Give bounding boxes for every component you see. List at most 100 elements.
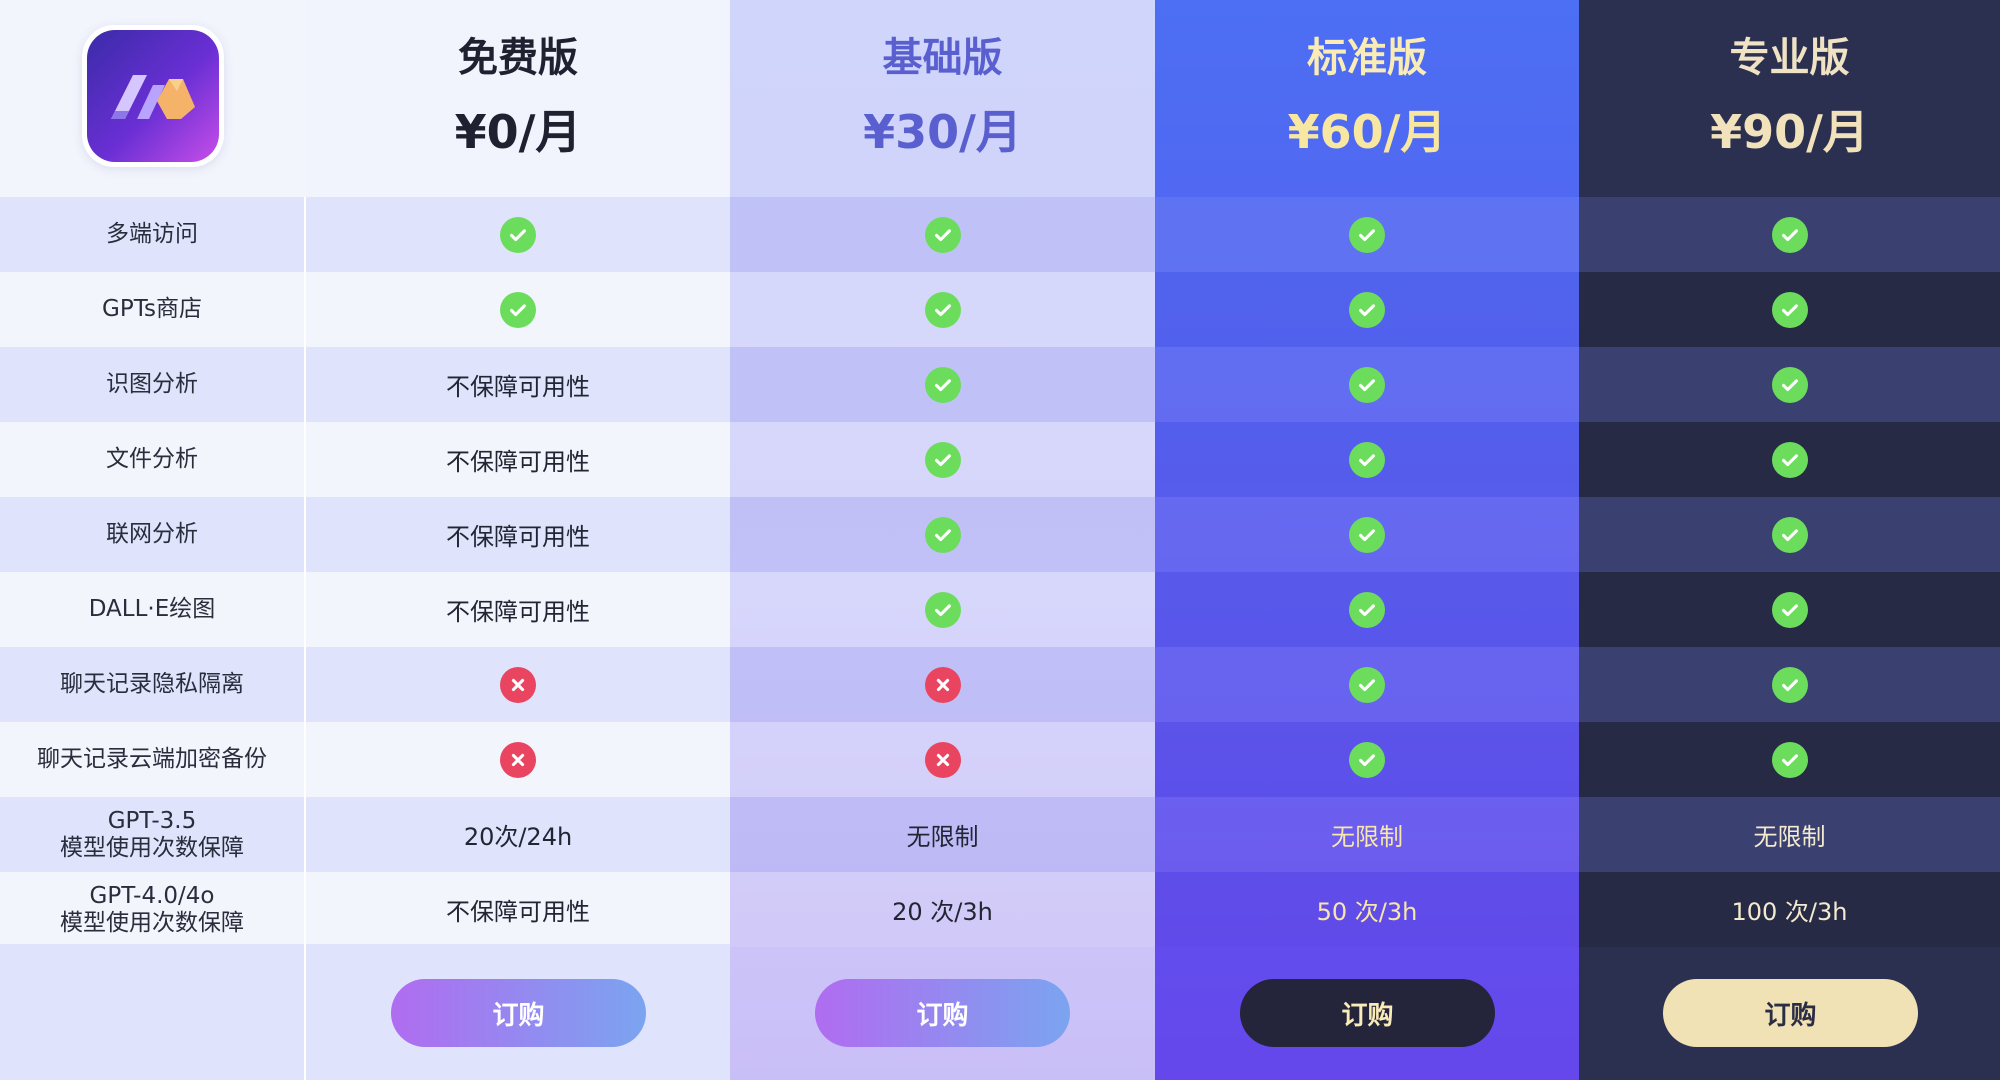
feature-value: 无限制 bbox=[1331, 823, 1403, 851]
feature-label-cell: 文件分析 bbox=[0, 422, 306, 497]
app-logo bbox=[82, 25, 224, 167]
check-icon bbox=[1771, 366, 1808, 403]
check-icon bbox=[924, 516, 961, 553]
plan-header-free: 免费版 ¥0/月 bbox=[306, 28, 730, 172]
feature-cell-standard bbox=[1155, 272, 1579, 347]
feature-cell-standard bbox=[1155, 722, 1579, 797]
feature-cell-standard bbox=[1155, 647, 1579, 722]
check-icon bbox=[1771, 741, 1808, 778]
feature-value: 不保障可用性 bbox=[446, 898, 590, 926]
feature-cell-free: 不保障可用性 bbox=[306, 497, 730, 572]
plan-price: ¥0/月 bbox=[454, 105, 582, 159]
check-icon bbox=[924, 216, 961, 253]
feature-label-line: 模型使用次数保障 bbox=[60, 909, 244, 936]
feature-label: 多端访问 bbox=[106, 221, 198, 247]
check-icon bbox=[1771, 666, 1808, 703]
feature-cell-basic: 20 次/3h bbox=[730, 872, 1155, 947]
check-icon bbox=[1349, 216, 1385, 253]
check-icon bbox=[1349, 591, 1385, 628]
plan-price: ¥60/月 bbox=[1287, 105, 1447, 159]
plan-name: 标准版 bbox=[1307, 35, 1427, 81]
cross-icon bbox=[500, 666, 536, 703]
app-logo-icon bbox=[87, 30, 219, 162]
check-icon bbox=[924, 591, 961, 628]
feature-cell-standard: 50 次/3h bbox=[1155, 872, 1579, 947]
feature-label-cell: 联网分析 bbox=[0, 497, 306, 572]
feature-cell-free: 不保障可用性 bbox=[306, 572, 730, 647]
check-icon bbox=[1349, 741, 1385, 778]
feature-label-cell: GPTs商店 bbox=[0, 272, 306, 347]
feature-cell-pro bbox=[1579, 347, 2000, 422]
check-icon bbox=[924, 441, 961, 478]
feature-label-cell: GPT-3.5 模型使用次数保障 bbox=[0, 797, 306, 872]
feature-label-line: GPT-3.5 bbox=[107, 807, 197, 834]
feature-cell-standard bbox=[1155, 422, 1579, 497]
feature-value: 无限制 bbox=[1753, 823, 1826, 851]
check-icon bbox=[1771, 516, 1808, 553]
feature-cell-pro bbox=[1579, 647, 2000, 722]
check-icon bbox=[1771, 441, 1808, 478]
feature-label-cell: DALL·E绘图 bbox=[0, 572, 306, 647]
check-icon bbox=[1349, 441, 1385, 478]
feature-cell-standard bbox=[1155, 497, 1579, 572]
check-icon bbox=[500, 216, 536, 253]
subscribe-pro-button[interactable]: 订购 bbox=[1663, 979, 1918, 1047]
feature-row: 聊天记录云端加密备份 bbox=[0, 722, 2000, 797]
feature-cell-free: 不保障可用性 bbox=[306, 347, 730, 422]
feature-label: 文件分析 bbox=[106, 446, 198, 472]
cross-icon bbox=[924, 741, 961, 778]
feature-row: 多端访问 bbox=[0, 197, 2000, 272]
check-icon bbox=[1771, 591, 1808, 628]
plan-name: 基础版 bbox=[882, 35, 1003, 81]
feature-cell-basic bbox=[730, 197, 1155, 272]
feature-label: DALL·E绘图 bbox=[88, 596, 216, 622]
feature-row: GPT-4.0/4o 模型使用次数保障 不保障可用性 20 次/3h 50 次/3h 10… bbox=[0, 872, 2000, 947]
feature-row: 文件分析 不保障可用性 bbox=[0, 422, 2000, 497]
feature-label: 聊天记录隐私隔离 bbox=[60, 671, 244, 697]
subscribe-free-button[interactable]: 订购 bbox=[391, 979, 646, 1047]
feature-cell-pro bbox=[1579, 197, 2000, 272]
feature-cell-free bbox=[306, 197, 730, 272]
subscribe-standard-button[interactable]: 订购 bbox=[1240, 979, 1495, 1047]
feature-cell-basic bbox=[730, 422, 1155, 497]
plan-header-standard: 标准版 ¥60/月 bbox=[1155, 28, 1579, 172]
subscribe-basic-button[interactable]: 订购 bbox=[815, 979, 1070, 1047]
check-icon bbox=[500, 291, 536, 328]
plan-header-pro: 专业版 ¥90/月 bbox=[1579, 28, 2000, 172]
feature-label: GPT-4.0/4o 模型使用次数保障 bbox=[60, 883, 244, 937]
plan-price: ¥90/月 bbox=[1710, 105, 1869, 159]
plan-header-basic: 基础版 ¥30/月 bbox=[730, 28, 1155, 172]
feature-label-cell: 聊天记录隐私隔离 bbox=[0, 647, 306, 722]
feature-label: 联网分析 bbox=[106, 521, 198, 547]
check-icon bbox=[1349, 366, 1385, 403]
check-icon bbox=[1349, 291, 1385, 328]
feature-cell-pro: 100 次/3h bbox=[1579, 872, 2000, 947]
check-icon bbox=[1771, 291, 1808, 328]
feature-row: DALL·E绘图 不保障可用性 bbox=[0, 572, 2000, 647]
feature-label: GPT-3.5 模型使用次数保障 bbox=[60, 808, 244, 862]
feature-cell-free: 不保障可用性 bbox=[306, 872, 730, 947]
feature-cell-pro bbox=[1579, 272, 2000, 347]
feature-cell-standard bbox=[1155, 197, 1579, 272]
feature-cell-free bbox=[306, 722, 730, 797]
feature-label-cell: 识图分析 bbox=[0, 347, 306, 422]
check-icon bbox=[924, 366, 961, 403]
feature-cell-standard bbox=[1155, 572, 1579, 647]
check-icon bbox=[924, 291, 961, 328]
feature-row: GPT-3.5 模型使用次数保障 20次/24h 无限制 无限制 无限制 bbox=[0, 797, 2000, 872]
feature-row: GPTs商店 bbox=[0, 272, 2000, 347]
feature-label-cell: 聊天记录云端加密备份 bbox=[0, 722, 306, 797]
plan-price: ¥30/月 bbox=[863, 105, 1022, 159]
feature-cell-free bbox=[306, 272, 730, 347]
feature-label-line: 模型使用次数保障 bbox=[60, 834, 244, 861]
feature-label-cell: 多端访问 bbox=[0, 197, 306, 272]
feature-cell-pro bbox=[1579, 722, 2000, 797]
feature-label: 聊天记录云端加密备份 bbox=[37, 746, 267, 772]
feature-value: 20 次/3h bbox=[892, 898, 993, 926]
feature-cell-basic bbox=[730, 497, 1155, 572]
feature-value: 无限制 bbox=[906, 823, 979, 851]
feature-cell-free bbox=[306, 647, 730, 722]
pricing-page: 免费版 ¥0/月 基础版 ¥30/月 标准版 ¥60/月 专业版 ¥90/月 多… bbox=[0, 0, 2000, 1080]
feature-row: 识图分析 不保障可用性 bbox=[0, 347, 2000, 422]
feature-cell-pro bbox=[1579, 497, 2000, 572]
